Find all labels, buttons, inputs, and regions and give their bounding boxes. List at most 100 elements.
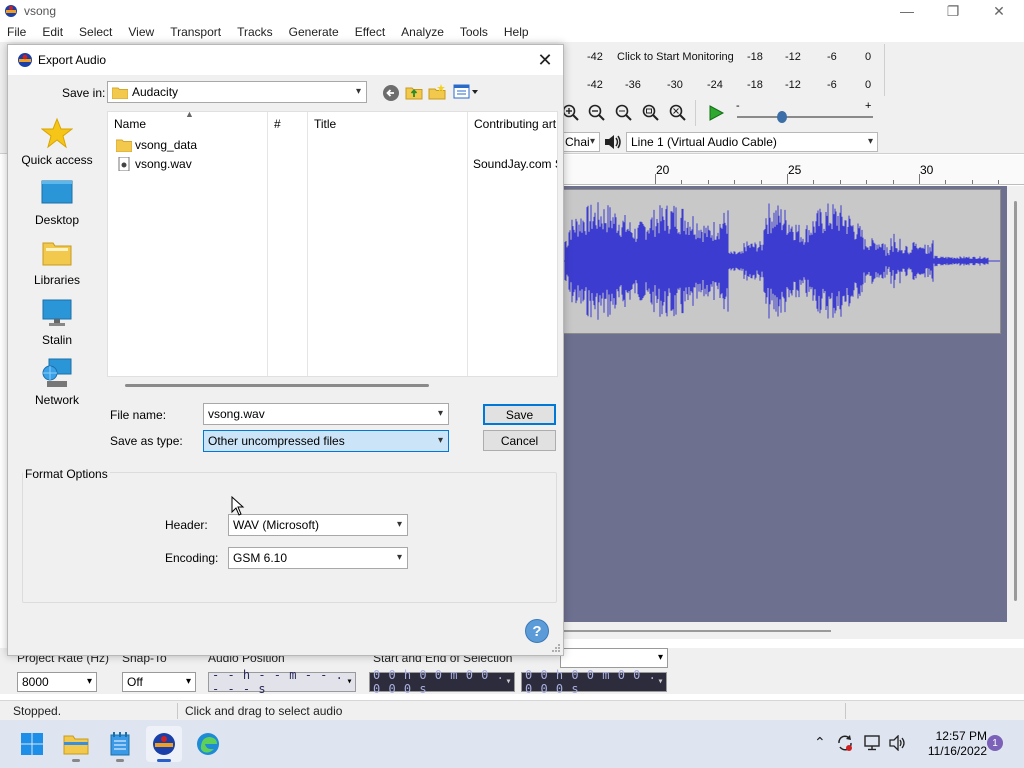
network-status-icon[interactable] (863, 735, 881, 751)
file-list[interactable]: ▲ Name # Title Contributing art vsong_da… (107, 111, 558, 377)
taskbar-audacity[interactable] (146, 726, 182, 762)
sync-icon[interactable] (836, 734, 854, 752)
file-name-input[interactable]: vsong.wav ▾ (203, 403, 449, 425)
tray-overflow-icon[interactable]: ⌃ (814, 734, 826, 751)
snap-to-select[interactable]: Off ▾ (122, 672, 196, 692)
view-menu-icon[interactable] (453, 84, 479, 100)
menu-view[interactable]: View (120, 22, 162, 42)
menu-select[interactable]: Select (71, 22, 120, 42)
menu-transport[interactable]: Transport (162, 22, 229, 42)
output-device-select[interactable]: Line 1 (Virtual Audio Cable) ▾ (626, 132, 878, 152)
close-icon[interactable]: ✕ (533, 48, 557, 72)
record-meter[interactable]: -42 Click to Start Monitoring -18 -12 -6… (565, 46, 880, 68)
export-audio-dialog: Export Audio ✕ Save in: Audacity ▾ Quick… (7, 44, 564, 656)
place-network[interactable]: Network (15, 357, 99, 407)
horizontal-scrollbar[interactable] (563, 622, 1024, 639)
back-icon[interactable] (382, 84, 400, 102)
menu-file[interactable]: File (0, 22, 34, 42)
chevron-down-icon: ▾ (657, 676, 664, 687)
fit-selection-button[interactable] (613, 102, 635, 124)
chevron-down-icon: ▾ (396, 552, 402, 563)
close-window-button[interactable]: ✕ (976, 0, 1022, 22)
minimize-button[interactable]: — (884, 0, 930, 22)
selection-start-field[interactable]: 0 0 h 0 0 m 0 0 . 0 0 0 s ▾ (369, 668, 515, 696)
menu-effect[interactable]: Effect (347, 22, 393, 42)
audacity-icon (5, 5, 17, 17)
toolbar-separator (884, 44, 885, 96)
up-folder-icon[interactable] (405, 83, 423, 101)
resize-grip-icon[interactable] (551, 643, 561, 653)
menu-help[interactable]: Help (496, 22, 537, 42)
column-header-artist[interactable]: Contributing art (474, 117, 556, 131)
clock-time: 12:57 PM (935, 729, 987, 743)
project-rate-select[interactable]: 8000 ▾ (17, 672, 97, 692)
help-button[interactable]: ? (525, 619, 549, 643)
chevron-down-icon: ▾ (657, 652, 663, 663)
status-state: Stopped. (13, 704, 62, 718)
menu-tracks[interactable]: Tracks (229, 22, 281, 42)
column-header-title[interactable]: Title (314, 117, 336, 131)
speaker-icon (605, 135, 621, 149)
fit-project-icon (642, 104, 659, 121)
chevron-down-icon: ▾ (589, 136, 595, 147)
maximize-button[interactable]: ❐ (930, 0, 976, 22)
menu-analyze[interactable]: Analyze (393, 22, 452, 42)
status-bar: Stopped. Click and drag to select audio (0, 700, 1024, 720)
menu-bar: File Edit Select View Transport Tracks G… (0, 22, 1024, 42)
header-select[interactable]: WAV (Microsoft) ▾ (228, 514, 408, 536)
selection-mode-select[interactable]: ▾ (560, 648, 668, 668)
save-as-type-label: Save as type: (110, 434, 183, 448)
new-folder-icon[interactable] (428, 83, 446, 101)
taskbar-notepad[interactable] (102, 726, 138, 762)
column-divider (267, 112, 268, 376)
start-button[interactable] (14, 726, 50, 762)
column-header-name[interactable]: Name (114, 117, 146, 131)
place-desktop[interactable]: Desktop (15, 177, 99, 227)
volume-icon[interactable] (888, 735, 908, 751)
menu-edit[interactable]: Edit (34, 22, 71, 42)
audio-position-field[interactable]: - - h - - m - - . - - - s ▾ (208, 668, 356, 696)
playback-speed-slider-track[interactable] (737, 116, 873, 118)
save-in-select[interactable]: Audacity ▾ (107, 81, 367, 103)
audacity-icon (18, 53, 32, 67)
start-monitoring-label[interactable]: Click to Start Monitoring (617, 51, 734, 63)
track-area[interactable] (563, 186, 1024, 622)
taskbar-file-explorer[interactable] (58, 726, 94, 762)
sort-ascending-icon: ▲ (185, 111, 194, 119)
channels-select[interactable]: Chai ▾ (560, 132, 600, 152)
timeline-ruler[interactable]: 20 25 30 (563, 155, 1024, 185)
file-explorer-icon (63, 735, 89, 755)
play-at-speed-button[interactable] (705, 102, 727, 124)
save-button[interactable]: Save (483, 404, 556, 425)
audio-clip[interactable] (563, 189, 1001, 334)
place-libraries[interactable]: Libraries (15, 237, 99, 287)
playback-meter[interactable]: -42 -36 -30 -24 -18 -12 -6 0 (565, 74, 880, 96)
fit-project-button[interactable] (640, 102, 662, 124)
selection-end-field[interactable]: 0 0 h 0 0 m 0 0 . 0 0 0 s ▾ (521, 668, 667, 696)
zoom-toggle-button[interactable] (667, 102, 689, 124)
libraries-icon (42, 242, 72, 266)
save-as-type-select[interactable]: Other uncompressed files ▾ (203, 430, 449, 452)
taskbar-clock[interactable]: 12:57 PM 11/16/2022 (915, 729, 987, 759)
encoding-select[interactable]: GSM 6.10 ▾ (228, 547, 408, 569)
folder-icon (116, 139, 132, 152)
file-list-scrollbar[interactable] (125, 384, 429, 387)
menu-generate[interactable]: Generate (281, 22, 347, 42)
computer-icon (42, 299, 72, 326)
vertical-scrollbar[interactable] (1007, 186, 1024, 622)
taskbar-edge[interactable] (190, 726, 226, 762)
audio-file-icon (118, 157, 130, 171)
column-divider (467, 112, 468, 376)
playback-speed-slider-knob[interactable] (777, 111, 787, 123)
clock-date: 11/16/2022 (927, 744, 987, 758)
place-quick-access[interactable]: Quick access (15, 117, 99, 167)
list-item[interactable]: vsong_data (116, 136, 197, 154)
notification-badge[interactable]: 1 (987, 735, 1003, 751)
menu-tools[interactable]: Tools (452, 22, 496, 42)
list-item[interactable]: vsong.wav (116, 155, 192, 173)
place-this-pc[interactable]: Stalin (15, 297, 99, 347)
zoom-out-button[interactable] (586, 102, 608, 124)
cancel-button[interactable]: Cancel (483, 430, 556, 451)
column-header-number[interactable]: # (274, 117, 281, 131)
window-title: vsong (24, 4, 57, 18)
